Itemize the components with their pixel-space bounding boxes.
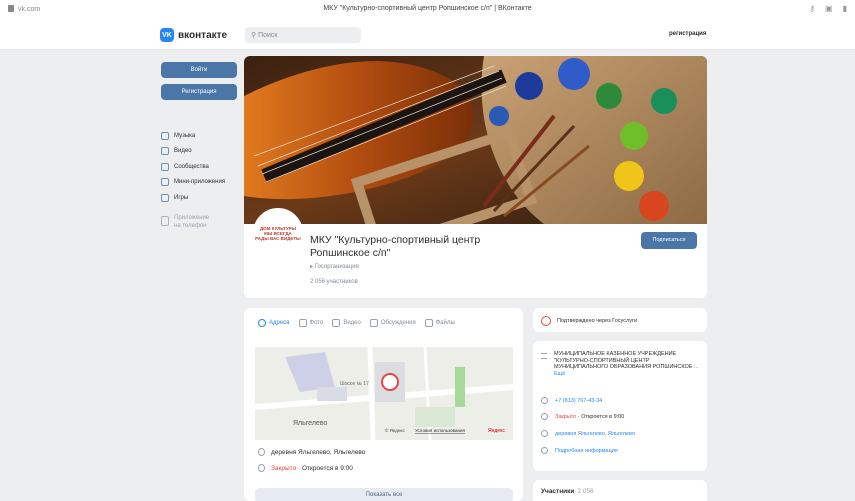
gosuslugi-icon bbox=[541, 316, 551, 326]
location-pin-icon bbox=[541, 430, 548, 437]
login-button[interactable]: Войти bbox=[161, 62, 237, 78]
sidebar-item-communities[interactable]: Сообщества bbox=[161, 159, 237, 175]
register-button[interactable]: Регистрация bbox=[161, 84, 237, 100]
sidebar-item-apps[interactable]: Мини-приложения bbox=[161, 175, 237, 191]
description-text: МУНИЦИПАЛЬНОЕ КАЗЕННОЕ УЧРЕЖДЕНИЕ "КУЛЬТ… bbox=[554, 351, 693, 370]
games-icon bbox=[161, 193, 169, 202]
opens-time: · Откроется в 9:00 bbox=[576, 413, 625, 420]
sidebar-item-label: Сообщества bbox=[174, 163, 209, 170]
details-text: Подробная информация bbox=[555, 447, 618, 454]
details-row[interactable]: Подробная информация bbox=[541, 447, 618, 454]
map[interactable]: Шоссе № 17 Яльгелево © Яндекс Условия ис… bbox=[255, 347, 513, 440]
tab-label: Файлы bbox=[435, 320, 455, 326]
phone-text: +7 (813) 767-43-34 bbox=[555, 397, 603, 404]
address-row[interactable]: деревня Яльгелево, Яльгелево bbox=[258, 448, 365, 456]
video-icon bbox=[161, 147, 169, 156]
bookmark-icon[interactable]: ▮ bbox=[843, 4, 847, 13]
subscribe-button[interactable]: Подписаться bbox=[641, 232, 697, 249]
location-row[interactable]: деревня Яльгелево, Яльгелево bbox=[541, 430, 635, 437]
info-icon bbox=[541, 447, 548, 454]
register-link[interactable]: регистрация bbox=[669, 31, 706, 37]
group-type: ▸ Госорганизация bbox=[310, 263, 359, 270]
avatar-text-3: РАДЫ ВАС ВИДЕТЬ! bbox=[255, 235, 301, 241]
info-card: МУНИЦИПАЛЬНОЕ КАЗЕННОЕ УЧРЕЖДЕНИЕ "КУЛЬТ… bbox=[533, 341, 707, 471]
location-icon bbox=[258, 319, 266, 327]
map-copyright: © Яндекс bbox=[385, 427, 405, 433]
vk-logo-icon: VK bbox=[160, 28, 174, 42]
window-title: МКУ "Культурно-спортивный центр Ропшинск… bbox=[323, 5, 532, 12]
show-all-button[interactable]: Показать все bbox=[255, 488, 513, 501]
phone-icon bbox=[541, 397, 548, 404]
tab-addresses[interactable]: Адреса bbox=[258, 319, 290, 327]
app-line-1: Приложение bbox=[174, 214, 210, 221]
phone-icon bbox=[161, 215, 169, 226]
app-line-2: на телефон bbox=[174, 222, 207, 229]
members-count-text: 2 056 bbox=[577, 488, 594, 495]
sidebar-item-video[interactable]: Видео bbox=[161, 144, 237, 160]
photo-icon bbox=[298, 319, 307, 327]
tab-files[interactable]: Файлы bbox=[424, 319, 455, 327]
phone-row[interactable]: +7 (813) 767-43-34 bbox=[541, 397, 602, 404]
address-text: деревня Яльгелево, Яльгелево bbox=[271, 448, 366, 456]
clock-icon bbox=[541, 413, 548, 420]
closed-status: Закрыто bbox=[555, 413, 577, 420]
sidebar: Войти Регистрация Музыка Видео Сообществ… bbox=[161, 62, 237, 230]
clock-icon bbox=[258, 464, 265, 472]
sidebar-item-games[interactable]: Игры bbox=[161, 190, 237, 206]
sidebar-item-label: Музыка bbox=[174, 132, 196, 139]
group-name: МКУ "Культурно-спортивный центр Ропшинско… bbox=[310, 234, 530, 260]
tab-label: Адреса bbox=[269, 320, 290, 326]
discussions-icon bbox=[369, 319, 378, 327]
vk-header: VK вконтакте ⚲ Поиск регистрация bbox=[0, 20, 855, 50]
music-icon bbox=[161, 131, 169, 140]
tab-photo[interactable]: Фото bbox=[298, 319, 324, 327]
group-avatar[interactable]: ДОМ КУЛЬТУРЫ МЫ ВСЕГДА РАДЫ ВАС ВИДЕТЬ! bbox=[253, 208, 303, 258]
verified-text: Подтверждено через Госуслуги bbox=[557, 318, 638, 324]
location-text: деревня Яльгелево, Яльгелево bbox=[555, 430, 635, 437]
browser-bar: vk.com МКУ "Культурно-спортивный центр Р… bbox=[0, 0, 855, 20]
file-icon bbox=[424, 319, 433, 327]
sidebar-item-music[interactable]: Музыка bbox=[161, 128, 237, 144]
vk-logo[interactable]: VK вконтакте bbox=[160, 28, 227, 42]
description: МУНИЦИПАЛЬНОЕ КАЗЕННОЕ УЧРЕЖДЕНИЕ "КУЛЬТ… bbox=[541, 351, 701, 377]
map-terms-link[interactable]: Условия использования bbox=[415, 428, 466, 433]
tab-label: Обсуждения bbox=[380, 320, 416, 326]
location-pin-icon bbox=[258, 448, 265, 456]
group-type-text: Госорганизация bbox=[314, 264, 359, 270]
closed-status: Закрыто bbox=[271, 464, 297, 472]
logo-text: вконтакте bbox=[178, 29, 228, 41]
tab-discussions[interactable]: Обсуждения bbox=[369, 319, 416, 327]
verified-card: Подтверждено через Госуслуги bbox=[533, 308, 707, 332]
members-title[interactable]: Участники 2 056 bbox=[541, 488, 594, 495]
group-name-line-1: МКУ "Культурно-спортивный центр bbox=[310, 234, 481, 246]
hours-row: Закрыто · Откроется в 9:00 bbox=[258, 464, 353, 472]
tab-video[interactable]: Видео bbox=[332, 319, 361, 327]
video-icon bbox=[332, 319, 341, 327]
group-name-line-2: Ропшинское с/п" bbox=[310, 247, 391, 259]
opens-time: · Откроется в 9:00 bbox=[296, 464, 353, 472]
sidebar-item-label: Видео bbox=[174, 148, 192, 155]
apps-icon bbox=[161, 178, 169, 187]
search-input[interactable]: ⚲ Поиск bbox=[245, 27, 361, 43]
search-placeholder: Поиск bbox=[258, 32, 278, 39]
cover-image bbox=[244, 56, 707, 224]
sidebar-item-label: Мини-приложения bbox=[174, 179, 226, 186]
description-icon bbox=[541, 353, 547, 359]
members-title-text: Участники bbox=[541, 488, 575, 495]
members-card: Участники 2 056 bbox=[533, 480, 707, 501]
sidebar-item-label: Игры bbox=[174, 194, 189, 201]
tab-label: Видео bbox=[343, 320, 361, 326]
mobile-app-link[interactable]: Приложение на телефон bbox=[161, 214, 237, 230]
extension-icon[interactable]: ▣ bbox=[825, 4, 833, 13]
tab-label: Фото bbox=[309, 320, 324, 326]
info-hours-row: Закрыто · Откроется в 9:00 bbox=[541, 413, 624, 420]
map-brand: Яндекс bbox=[488, 428, 505, 434]
content-tabs: Адреса Фото Видео Обсуждения Файлы bbox=[258, 319, 455, 327]
communities-icon bbox=[161, 162, 169, 171]
map-place-label: Яльгелево bbox=[293, 420, 327, 427]
key-icon[interactable]: ⚷ bbox=[809, 4, 815, 13]
members-count[interactable]: 2 056 участников bbox=[310, 279, 358, 285]
map-street-label: Шоссе № 17 bbox=[340, 381, 369, 387]
